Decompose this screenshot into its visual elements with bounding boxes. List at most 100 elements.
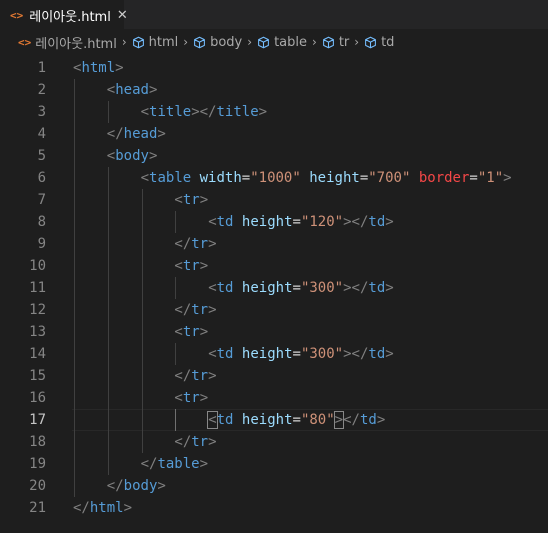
code-line[interactable]: 18 </tr> [0, 431, 548, 453]
code-line[interactable]: 5 <body> [0, 145, 548, 167]
code-line[interactable]: 17 <td height="80"></td> [0, 409, 548, 431]
code-token: td [368, 346, 386, 362]
code-line[interactable]: 11 <td height="300"></td> [0, 277, 548, 299]
code-line[interactable]: 6 <table width="1000" height="700" border… [0, 167, 548, 189]
code-token: table [149, 170, 192, 186]
code-line[interactable]: 21 </html> [0, 497, 548, 519]
indent-guide [74, 343, 75, 365]
code-line[interactable]: 3 <title></title> [0, 101, 548, 123]
line-number: 15 [29, 368, 46, 384]
code-token: < [106, 148, 116, 164]
code-token: tr [182, 324, 200, 340]
code-token: body [123, 478, 158, 494]
code-line[interactable]: 2 <head> [0, 79, 548, 101]
line-number: 21 [29, 500, 46, 516]
breadcrumb-item-table[interactable]: table [257, 35, 307, 50]
code-text: <body> [107, 145, 158, 167]
symbol-element-icon [322, 36, 334, 48]
breadcrumb-label: table [274, 34, 307, 50]
line-number: 2 [37, 82, 46, 98]
breadcrumb-separator-icon: › [183, 35, 189, 49]
indent-guide [74, 475, 75, 497]
code-token: < [106, 82, 116, 98]
code-text: </tr> [174, 233, 216, 255]
code-token: > [148, 148, 158, 164]
indent-guide [141, 211, 143, 233]
code-line[interactable]: 7 <tr> [0, 189, 548, 211]
indent-guide [74, 431, 75, 453]
indent-guide [141, 277, 143, 299]
code-editor[interactable]: 1 <html> 2 <head> 3 <title></title> 4 </head> 5 <… [0, 57, 548, 519]
code-token: > [258, 104, 268, 120]
code-token: > [208, 236, 217, 252]
code-text: <tr> [174, 255, 208, 277]
breadcrumb-item-html[interactable]: html [132, 34, 179, 50]
indent-guide [74, 123, 75, 145]
code-token: > [148, 82, 158, 98]
breadcrumb-label: html [148, 34, 179, 50]
code-token: < [208, 346, 217, 362]
breadcrumb: <> 레이아웃.html › html › body › table › tr › td [0, 29, 548, 55]
code-token: </ [174, 434, 192, 450]
indent-guide [107, 453, 109, 475]
code-token: > [123, 500, 133, 516]
breadcrumb-file[interactable]: <> 레이아웃.html [18, 33, 117, 52]
breadcrumb-item-tr[interactable]: tr [322, 35, 349, 50]
code-token: "700" [368, 170, 411, 186]
line-number: 1 [37, 60, 46, 76]
indent-guide [141, 189, 143, 211]
code-line[interactable]: 14 <td height="300"></td> [0, 343, 548, 365]
code-token: > [208, 302, 217, 318]
code-line[interactable]: 20 </body> [0, 475, 548, 497]
code-text: <head> [107, 79, 158, 101]
code-line[interactable]: 1 <html> [0, 57, 548, 79]
code-token: td [216, 412, 234, 428]
code-token: > [199, 456, 209, 472]
line-number: 18 [29, 434, 46, 450]
indent-guide [74, 299, 75, 321]
indent-guide [175, 277, 177, 299]
code-token: </ [174, 302, 192, 318]
code-line[interactable]: 8 <td height="120"></td> [0, 211, 548, 233]
code-token: ></ [191, 104, 217, 120]
close-icon[interactable]: ✕ [117, 8, 128, 23]
code-token: > [385, 214, 394, 230]
code-token: < [208, 280, 217, 296]
code-text: <tr> [174, 189, 208, 211]
indent-guide [107, 343, 109, 365]
code-line[interactable]: 10 <tr> [0, 255, 548, 277]
code-token: "300" [300, 280, 344, 296]
code-line[interactable]: 12 </tr> [0, 299, 548, 321]
html-file-icon: <> [18, 35, 32, 49]
code-token: ></ [343, 280, 369, 296]
code-token: html [81, 60, 116, 76]
code-line[interactable]: 19 </table> [0, 453, 548, 475]
breadcrumb-item-td[interactable]: td [364, 35, 394, 50]
line-number: 3 [37, 104, 46, 120]
code-token: > [208, 434, 217, 450]
code-line[interactable]: 9 </tr> [0, 233, 548, 255]
code-line[interactable]: 13 <tr> [0, 321, 548, 343]
tab-file[interactable]: <> 레이아웃.html ✕ [0, 0, 128, 29]
indent-guide [74, 211, 75, 233]
code-token: < [140, 104, 150, 120]
code-token: border [418, 170, 470, 186]
code-line[interactable]: 4 </head> [0, 123, 548, 145]
indent-guide [141, 365, 143, 387]
line-number: 10 [29, 258, 46, 274]
code-line[interactable]: 16 <tr> [0, 387, 548, 409]
symbol-element-icon [258, 36, 269, 48]
breadcrumb-separator-icon: › [354, 35, 360, 49]
indent-guide [74, 277, 75, 299]
code-token: height [241, 280, 293, 296]
breadcrumb-item-body[interactable]: body [193, 35, 242, 50]
code-line[interactable]: 15 </tr> [0, 365, 548, 387]
code-token: = [241, 170, 251, 186]
html-file-icon: <> [10, 8, 24, 22]
indent-guide [141, 387, 143, 409]
code-token: = [359, 170, 369, 186]
code-token: td [216, 214, 234, 230]
